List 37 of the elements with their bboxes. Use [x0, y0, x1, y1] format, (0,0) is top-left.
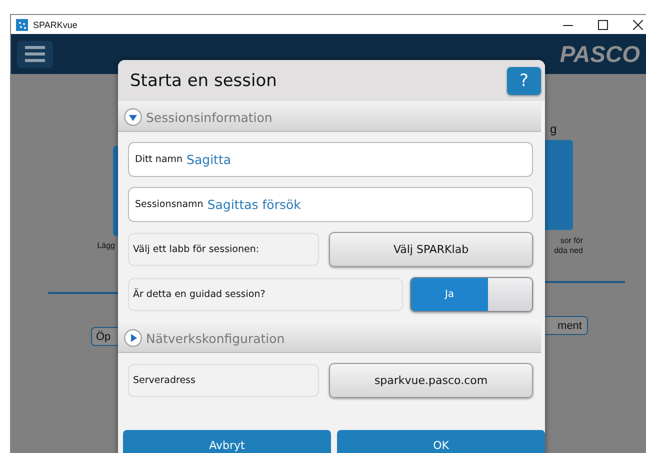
field-value: Sagitta	[186, 152, 232, 167]
row-label: Serveradress	[128, 364, 319, 397]
row-label: Är detta en guidad session?	[128, 278, 403, 311]
field-label: Sessionsnamn	[135, 199, 204, 210]
tile[interactable]	[113, 146, 118, 236]
tile[interactable]	[543, 140, 573, 230]
action-button[interactable]: sparkvue.pasco.com	[329, 363, 533, 398]
tile-heading: g	[550, 122, 557, 136]
app-icon	[16, 18, 28, 30]
maximize-icon[interactable]	[598, 20, 608, 30]
help-button[interactable]: ?	[507, 66, 541, 94]
document-button[interactable]: ment	[543, 316, 588, 335]
toggle-label: Ja	[411, 278, 488, 311]
section-title: Nätverkskonfiguration	[146, 330, 285, 346]
section-header[interactable]: Nätverkskonfiguration	[118, 324, 541, 353]
dialog-title: Starta en session	[130, 70, 277, 90]
brand-logo: PASCO	[560, 40, 640, 68]
window-title: SPARKvue	[33, 20, 78, 30]
section-title: Sessionsinformation	[146, 110, 272, 124]
action-button[interactable]: Välj SPARKlab	[329, 232, 533, 267]
dialog-button[interactable]: Avbryt	[123, 430, 331, 453]
input-field[interactable]: Ditt namn Sagitta	[128, 142, 533, 177]
field-label: Ditt namn	[135, 154, 183, 165]
open-button[interactable]: Öp	[91, 327, 118, 346]
tile-caption: Lägg	[97, 241, 115, 251]
row-label: Välj ett labb för sessionen:	[128, 233, 319, 266]
tile-caption: dda ned	[554, 246, 583, 256]
input-field[interactable]: Sessionsnamn Sagittas försök	[128, 187, 533, 222]
menu-icon	[25, 46, 45, 62]
menu-button[interactable]	[17, 40, 53, 68]
section-header[interactable]: Sessionsinformation	[118, 103, 541, 132]
close-icon[interactable]	[633, 20, 643, 30]
field-value: Sagittas försök	[207, 197, 301, 212]
toggle-thumb[interactable]	[488, 278, 532, 311]
tile-caption: sor för	[560, 236, 583, 246]
toggle-switch[interactable]: Ja	[410, 277, 533, 312]
dialog-button[interactable]: OK	[337, 430, 545, 453]
